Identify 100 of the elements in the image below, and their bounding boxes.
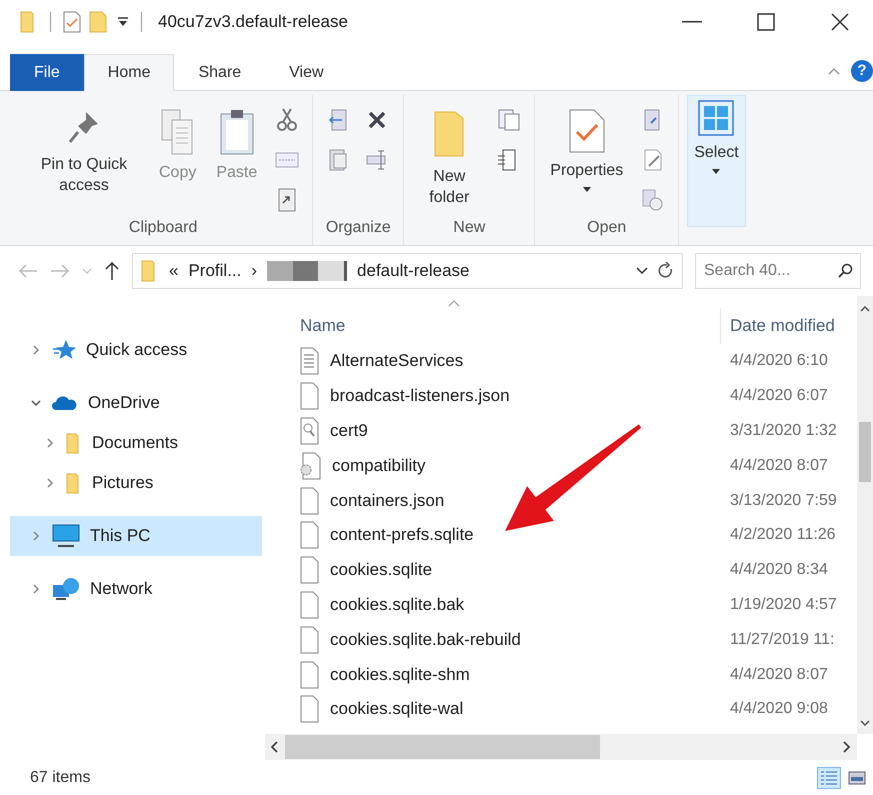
column-header[interactable]: Name xyxy=(300,308,720,344)
breadcrumb[interactable]: Profil... xyxy=(188,261,242,282)
file-icon xyxy=(300,556,320,584)
text-file-icon xyxy=(300,347,320,376)
vertical-scrollbar[interactable] xyxy=(857,296,873,734)
nav-label: Quick access xyxy=(86,340,188,360)
scrollbar-thumb[interactable] xyxy=(859,422,871,482)
file-name[interactable]: cert9 xyxy=(300,414,720,448)
file-name[interactable]: cookies.sqlite-wal xyxy=(300,692,720,727)
file-menu-tab[interactable]: File xyxy=(10,54,84,91)
settings-file-icon xyxy=(300,452,322,480)
nav-label: This PC xyxy=(90,526,150,546)
file-name[interactable]: AlternateServices xyxy=(300,344,720,379)
select-all-icon xyxy=(698,100,734,136)
date-cell-text: 4/4/2020 6:10 xyxy=(729,351,829,372)
file-icon xyxy=(300,660,320,689)
properties-icon[interactable] xyxy=(63,11,81,33)
network-icon xyxy=(52,577,80,601)
refresh-icon[interactable] xyxy=(658,262,674,280)
nav-label: Network xyxy=(90,579,152,599)
window-title: 40cu7zv3.default-release xyxy=(158,12,349,32)
file-name[interactable]: cookies.sqlite xyxy=(300,552,720,588)
file-name[interactable]: cookies.sqlite.bak xyxy=(300,588,720,622)
breadcrumb[interactable]: default-release xyxy=(357,261,626,282)
nav-label: OneDrive xyxy=(88,393,160,413)
date-cell-text: 3/13/2020 7:59 xyxy=(729,490,838,511)
dropdown-icon[interactable] xyxy=(636,266,648,276)
date-cell-text: 4/4/2020 8:34 xyxy=(729,560,829,580)
maximize-icon xyxy=(757,13,775,31)
cloud-icon xyxy=(52,395,78,411)
new-folder-icon[interactable] xyxy=(89,10,109,34)
scroll-down-icon[interactable] xyxy=(860,720,870,726)
group-label: Organize xyxy=(326,219,391,238)
help-button[interactable]: ? xyxy=(851,60,873,82)
search-field[interactable]: Search 40... xyxy=(695,253,861,290)
search-icon xyxy=(837,263,853,280)
close-icon xyxy=(831,13,849,31)
file-name[interactable]: content-prefs.sqlite xyxy=(300,518,720,553)
horizontal-scrollbar[interactable] xyxy=(265,734,857,760)
file-icon xyxy=(300,626,320,654)
file-name[interactable]: containers.json xyxy=(300,483,720,518)
clipboard-icon xyxy=(218,108,255,156)
minimize-icon xyxy=(682,21,702,23)
ribbon-tab[interactable]: View xyxy=(265,54,348,91)
file-icon xyxy=(300,486,320,515)
date-cell-text: 3/31/2020 1:32 xyxy=(729,420,838,441)
nav-label: Pictures xyxy=(92,473,154,493)
address-bar[interactable]: « Profil... › default-release xyxy=(132,253,683,290)
nav-item[interactable]: Network xyxy=(10,569,262,609)
back-icon[interactable] xyxy=(18,263,38,280)
breadcrumb-overflow: « xyxy=(169,261,178,282)
scroll-up-icon[interactable] xyxy=(860,306,870,312)
ribbon-button[interactable]: Properties xyxy=(543,102,630,197)
sort-ascending-icon xyxy=(448,300,460,307)
ribbon-button[interactable]: Pin to Quick access xyxy=(22,102,146,201)
large-icons-view-icon xyxy=(848,770,866,785)
nav-item[interactable]: This PC xyxy=(10,516,262,556)
recent-locations-icon[interactable] xyxy=(82,267,92,276)
select-button[interactable]: Select xyxy=(687,94,746,227)
certificate-file-icon xyxy=(300,416,320,445)
file-icon xyxy=(300,590,320,619)
nav-item[interactable]: Quick access xyxy=(10,330,262,370)
group-label: Open xyxy=(587,219,626,238)
date-cell-text: 1/19/2020 4:57 xyxy=(729,594,838,615)
ribbon-tab[interactable]: Share xyxy=(174,54,266,91)
file-icon xyxy=(300,382,320,410)
scroll-left-icon[interactable] xyxy=(271,741,279,754)
date-cell-text: 11/27/2019 11: xyxy=(729,630,836,650)
collapse-ribbon-icon[interactable] xyxy=(827,66,841,76)
breadcrumb-separator: › xyxy=(251,261,258,282)
date-cell-text: 4/2/2020 11:26 xyxy=(729,525,837,546)
nav-label: Documents xyxy=(92,433,178,453)
ribbon-button[interactable]: New folder xyxy=(412,102,486,213)
group-label: New xyxy=(453,219,486,238)
nav-item[interactable]: Documents xyxy=(10,423,262,463)
file-icon xyxy=(300,695,320,724)
group-label: Clipboard xyxy=(128,219,198,238)
forward-icon[interactable] xyxy=(50,263,70,280)
file-name[interactable]: compatibility xyxy=(300,448,720,484)
scrollbar-thumb[interactable] xyxy=(285,735,600,760)
monitor-icon xyxy=(52,524,80,548)
nav-item[interactable]: OneDrive xyxy=(10,383,262,423)
ribbon-tab[interactable]: Home xyxy=(84,54,174,91)
star-icon xyxy=(52,339,76,361)
caret-icon xyxy=(582,186,591,192)
details-view-button[interactable] xyxy=(817,766,841,789)
properties-icon xyxy=(568,108,606,154)
scroll-right-icon[interactable] xyxy=(843,741,851,754)
file-name[interactable]: broadcast-listeners.json xyxy=(300,378,720,414)
date-cell-text: 4/4/2020 9:08 xyxy=(729,699,829,720)
file-icon xyxy=(300,521,320,550)
up-icon[interactable] xyxy=(104,261,120,282)
file-name[interactable]: cookies.sqlite-shm xyxy=(300,657,720,692)
customize-dropdown-icon[interactable] xyxy=(117,16,129,28)
file-name[interactable]: cookies.sqlite.bak-rebuild xyxy=(300,622,720,658)
details-view-icon xyxy=(820,770,838,786)
date-cell-text: 4/4/2020 6:07 xyxy=(729,386,829,406)
date-cell-text: 4/4/2020 8:07 xyxy=(729,664,829,685)
caret-icon xyxy=(712,168,720,174)
nav-item[interactable]: Pictures xyxy=(10,463,262,503)
